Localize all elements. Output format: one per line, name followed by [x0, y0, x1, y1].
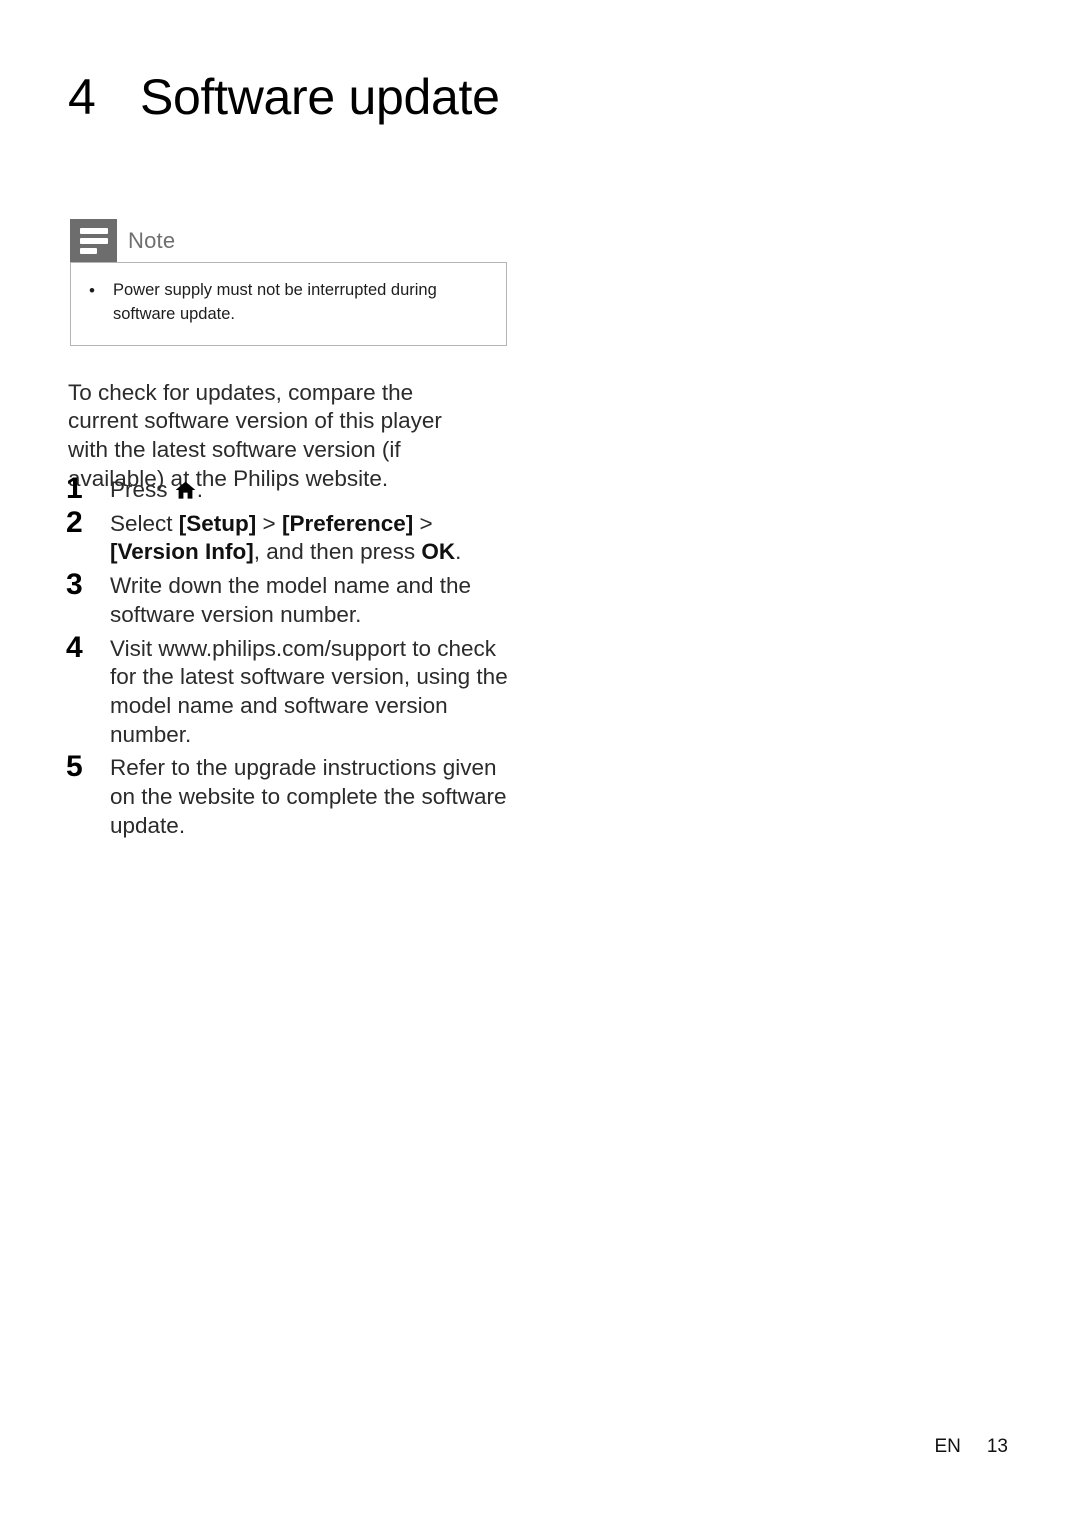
note-label: Note [128, 227, 176, 253]
note-lines-icon [70, 219, 117, 262]
note-bullet-icon: • [89, 281, 95, 300]
footer-page-number: 13 [986, 1436, 1008, 1457]
note-body: • Power supply must not be interrupted d… [70, 262, 507, 346]
step-number: 1 [66, 472, 83, 505]
seg-bold-setup: [Setup] [178, 510, 257, 536]
note-list-item: • Power supply must not be interrupted d… [89, 279, 488, 327]
chapter-title: Software update [140, 69, 500, 125]
seg: Select [110, 510, 179, 536]
step-item: 4 Visit www.philips.com/support to check… [66, 632, 516, 750]
chapter-number: 4 [68, 69, 96, 125]
seg: . [455, 539, 462, 565]
step-text: Press . [110, 473, 516, 505]
step-text-after: . [196, 477, 204, 502]
step-number: 5 [66, 750, 83, 784]
footer-language: EN [934, 1436, 961, 1457]
step-text: Write down the model name and the softwa… [110, 573, 472, 627]
step-item: 5 Refer to the upgrade instructions give… [66, 751, 516, 840]
step-text: Select [Setup] > [Preference] > [Version… [110, 507, 516, 567]
note-icon-bar-1 [79, 227, 108, 234]
seg-bold-preference: [Preference] [281, 510, 414, 536]
seg: , and then press [253, 539, 422, 565]
chapter-heading: 4 Software update [68, 68, 500, 126]
note-header: Note [70, 219, 507, 262]
step-text-before: Press [110, 477, 174, 502]
step-item: 3 Write down the model name and the soft… [66, 569, 516, 629]
numbered-steps-list: 1 Press . 2 Select [Setup] > [Preference… [66, 473, 516, 842]
step-number: 4 [66, 630, 83, 664]
step-text: Refer to the upgrade instructions given … [110, 755, 507, 838]
step-item: 1 Press . [66, 473, 516, 505]
seg: > [256, 510, 282, 536]
note-callout: Note • Power supply must not be interrup… [70, 219, 507, 346]
note-icon-bar-3 [79, 247, 97, 254]
seg: > [413, 510, 433, 536]
step-item: 2 Select [Setup] > [Preference] > [Versi… [66, 507, 516, 567]
document-page: 4 Software update Note • Power supply mu… [0, 0, 1080, 1527]
seg-bold-ok: OK [421, 539, 456, 565]
note-item-text: Power supply must not be interrupted dur… [113, 281, 437, 323]
step-number: 3 [66, 568, 83, 602]
step-text: Visit www.philips.com/support to check f… [110, 635, 508, 747]
seg-bold-version-info: [Version Info] [110, 539, 254, 565]
home-icon [175, 481, 196, 499]
step-number: 2 [66, 505, 83, 539]
page-footer: EN 13 [0, 1436, 1080, 1458]
note-icon-bar-2 [79, 237, 108, 244]
